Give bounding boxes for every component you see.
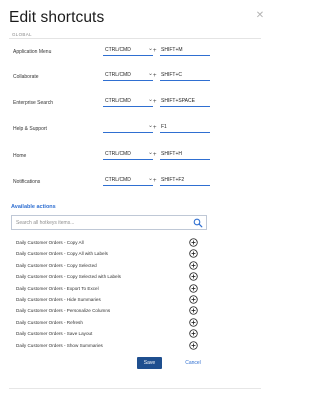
action-label: Daily Customer Orders - Copy All (16, 240, 84, 245)
action-label: Daily Customer Orders - Save Layout (16, 331, 93, 337)
action-label: Daily Customer Orders - Export To Excel (16, 285, 99, 291)
shortcut-label: Enterprise Search (13, 100, 54, 106)
modifier-select[interactable]: CTRL/CMD ⌄ (103, 44, 153, 56)
divider (9, 38, 261, 39)
action-label: Daily Customer Orders - Copy Selected (16, 262, 97, 268)
search-box: Search all hotkeys items... (11, 215, 207, 230)
key-value: SHIFT+C (161, 72, 182, 78)
action-label: Daily Customer Orders - Refresh (16, 319, 83, 325)
add-circle-icon[interactable] (189, 261, 198, 270)
search-icon[interactable] (193, 218, 203, 228)
key-value: SHIFT+SPACE (161, 98, 195, 104)
shortcut-label: Collaborate (13, 74, 39, 80)
add-circle-icon[interactable] (189, 249, 198, 259)
section-label-global: GLOBAL (12, 32, 32, 37)
shortcut-row: Notifications CTRL/CMD ⌄ + SHIFT+F2 (0, 174, 270, 190)
action-label: Daily Customer Orders - Copy All with La… (16, 251, 108, 257)
modifier-select[interactable]: CTRL/CMD ⌄ (103, 148, 153, 160)
list-item: Daily Customer Orders - Save Layout (11, 328, 207, 339)
list-item: Daily Customer Orders - Refresh (11, 317, 207, 328)
list-item: Daily Customer Orders - Personalize Colu… (11, 305, 207, 316)
list-item: Daily Customer Orders - Export To Excel (11, 283, 207, 294)
list-item: Daily Customer Orders - Copy All with La… (11, 248, 207, 259)
available-actions-title: Available actions (11, 204, 56, 210)
action-label: Daily Customer Orders - Hide Summaries (16, 297, 101, 302)
key-value: SHIFT+H (161, 151, 182, 157)
modifier-value: CTRL/CMD (105, 151, 131, 157)
key-input[interactable]: SHIFT+F2 (160, 174, 210, 186)
modifier-value: CTRL/CMD (105, 47, 131, 53)
add-circle-icon[interactable] (189, 295, 198, 304)
list-item: Daily Customer Orders - Show Summaries (11, 340, 207, 351)
plus-icon: + (153, 73, 157, 79)
plus-icon: + (153, 178, 157, 184)
action-label: Daily Customer Orders - Copy Selected wi… (16, 274, 121, 280)
modifier-select[interactable]: ⌄ (103, 121, 153, 133)
modifier-value: CTRL/CMD (105, 98, 131, 104)
modifier-value: CTRL/CMD (105, 177, 131, 183)
modifier-select[interactable]: CTRL/CMD ⌄ (103, 69, 153, 81)
action-label: Daily Customer Orders - Personalize Colu… (16, 308, 111, 314)
add-circle-icon[interactable] (189, 340, 198, 350)
add-circle-icon[interactable] (189, 283, 198, 293)
key-input[interactable]: SHIFT+C (160, 69, 210, 81)
shortcut-row: Application Menu CTRL/CMD ⌄ + SHIFT+M (0, 44, 270, 60)
modifier-select[interactable]: CTRL/CMD ⌄ (103, 95, 153, 107)
key-input[interactable]: SHIFT+M (160, 44, 210, 56)
shortcut-row: Help & Support ⌄ + F1 (0, 121, 270, 137)
shortcut-label: Notifications (13, 179, 41, 185)
list-item: Daily Customer Orders - Copy Selected wi… (11, 271, 207, 282)
add-circle-icon[interactable] (189, 238, 198, 247)
list-item: Daily Customer Orders - Hide Summaries (11, 294, 207, 305)
key-input[interactable]: SHIFT+SPACE (160, 95, 210, 107)
key-value: SHIFT+F2 (161, 177, 185, 183)
search-input[interactable]: Search all hotkeys items... (16, 220, 74, 226)
add-circle-icon[interactable] (189, 318, 198, 327)
key-value: SHIFT+M (161, 47, 183, 53)
key-input[interactable]: F1 (160, 121, 210, 133)
shortcut-row: Collaborate CTRL/CMD ⌄ + SHIFT+C (0, 69, 270, 85)
add-circle-icon[interactable] (189, 272, 198, 281)
cancel-button[interactable]: Cancel (183, 357, 203, 369)
dialog-title: Edit shortcuts (9, 9, 105, 26)
modifier-value: CTRL/CMD (105, 72, 131, 78)
save-button[interactable]: Save (137, 357, 162, 369)
plus-icon: + (153, 125, 157, 131)
list-item: Daily Customer Orders - Copy All (11, 237, 207, 248)
shortcut-label: Help & Support (13, 126, 47, 132)
close-icon[interactable]: ✕ (254, 10, 266, 22)
key-input[interactable]: SHIFT+H (160, 148, 210, 160)
plus-icon: + (153, 48, 157, 54)
plus-icon: + (153, 99, 157, 105)
plus-icon: + (153, 152, 157, 158)
shortcut-label: Home (13, 153, 27, 159)
add-circle-icon[interactable] (189, 329, 198, 338)
shortcut-row: Enterprise Search CTRL/CMD ⌄ + SHIFT+SPACE (0, 95, 270, 111)
add-circle-icon[interactable] (189, 306, 198, 316)
shortcut-row: Home CTRL/CMD ⌄ + SHIFT+H (0, 148, 270, 164)
action-label: Daily Customer Orders - Show Summaries (16, 342, 103, 348)
modifier-select[interactable]: CTRL/CMD ⌄ (103, 174, 153, 186)
footer-divider (9, 388, 261, 389)
list-item: Daily Customer Orders - Copy Selected (11, 260, 207, 271)
shortcut-label: Application Menu (13, 49, 52, 55)
key-value: F1 (161, 124, 167, 130)
available-actions-list: Daily Customer Orders - Copy All Daily Cu… (11, 233, 207, 385)
